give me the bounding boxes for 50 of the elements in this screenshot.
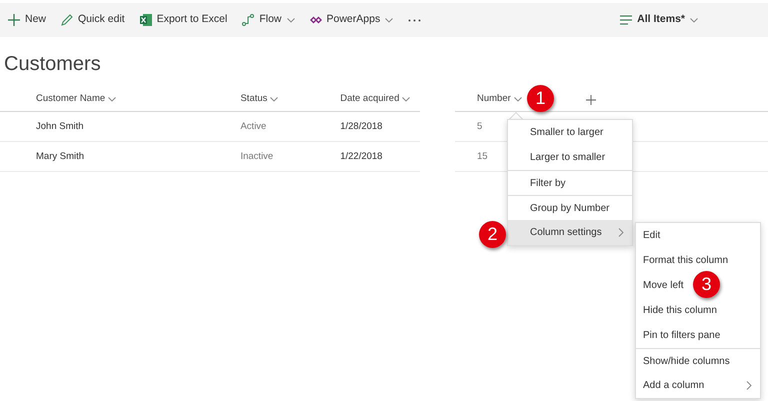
lines-icon bbox=[620, 15, 632, 25]
diamonds-icon bbox=[310, 15, 322, 25]
page-title: Customers bbox=[4, 52, 102, 77]
menu-item[interactable]: Edit bbox=[636, 223, 760, 248]
toolbar-button[interactable]: Flow bbox=[242, 10, 294, 30]
toolbar-button[interactable]: Quick edit bbox=[61, 10, 125, 30]
caret-icon bbox=[690, 18, 698, 22]
table-cell: 5 bbox=[477, 120, 482, 132]
add-column-icon bbox=[586, 94, 596, 104]
column-header[interactable]: Date acquired bbox=[340, 92, 410, 107]
connector-icon bbox=[242, 14, 254, 26]
menu-item[interactable]: Group by Number bbox=[508, 195, 632, 220]
pencil-icon bbox=[61, 14, 74, 26]
table-cell: Mary Smith bbox=[36, 150, 84, 162]
table-cell: Inactive bbox=[240, 150, 274, 162]
column-header[interactable]: Number bbox=[477, 92, 522, 107]
table-cell: 1/22/2018 bbox=[340, 150, 382, 162]
toolbar-button[interactable]: Export to Excel bbox=[140, 10, 228, 30]
menu-item[interactable]: Column settings bbox=[508, 220, 632, 245]
plus-icon bbox=[8, 14, 20, 26]
menu-item[interactable]: Smaller to larger bbox=[508, 120, 632, 145]
caret-icon bbox=[514, 97, 522, 102]
step-badge: 2 bbox=[479, 221, 506, 248]
menu-item[interactable]: Add a column bbox=[636, 373, 760, 398]
column-header[interactable]: Status bbox=[240, 92, 278, 107]
chevron-icon bbox=[618, 228, 624, 237]
caret-icon bbox=[108, 97, 116, 102]
menu-item[interactable]: Larger to smaller bbox=[508, 145, 632, 170]
table-cell: 1/28/2018 bbox=[340, 120, 382, 132]
toolbar-button[interactable]: PowerApps bbox=[310, 10, 394, 30]
menu-item[interactable]: Format this column bbox=[636, 248, 760, 273]
menu-item[interactable]: Pin to filters pane bbox=[636, 323, 760, 348]
table-cell: John Smith bbox=[36, 120, 84, 132]
menu-item[interactable]: Hide this column bbox=[636, 298, 760, 323]
caret-icon bbox=[270, 97, 278, 102]
menu-item[interactable]: Show/hide columns bbox=[636, 348, 760, 373]
toolbar-button[interactable]: New bbox=[8, 10, 46, 30]
caret-icon bbox=[402, 97, 410, 102]
more-button[interactable] bbox=[408, 16, 422, 24]
caret-icon bbox=[385, 18, 394, 22]
step-badge: 1 bbox=[527, 85, 554, 112]
view-selector[interactable]: All Items* bbox=[620, 10, 698, 30]
column-header[interactable]: Customer Name bbox=[36, 92, 116, 107]
ellipsis-icon bbox=[408, 18, 422, 22]
table-cell: 15 bbox=[477, 150, 488, 162]
caret-icon bbox=[286, 18, 294, 22]
menu-item[interactable]: Filter by bbox=[508, 170, 632, 195]
table-cell: Active bbox=[240, 120, 266, 132]
chevron-icon bbox=[746, 381, 752, 390]
spreadsheet-icon bbox=[140, 14, 152, 26]
